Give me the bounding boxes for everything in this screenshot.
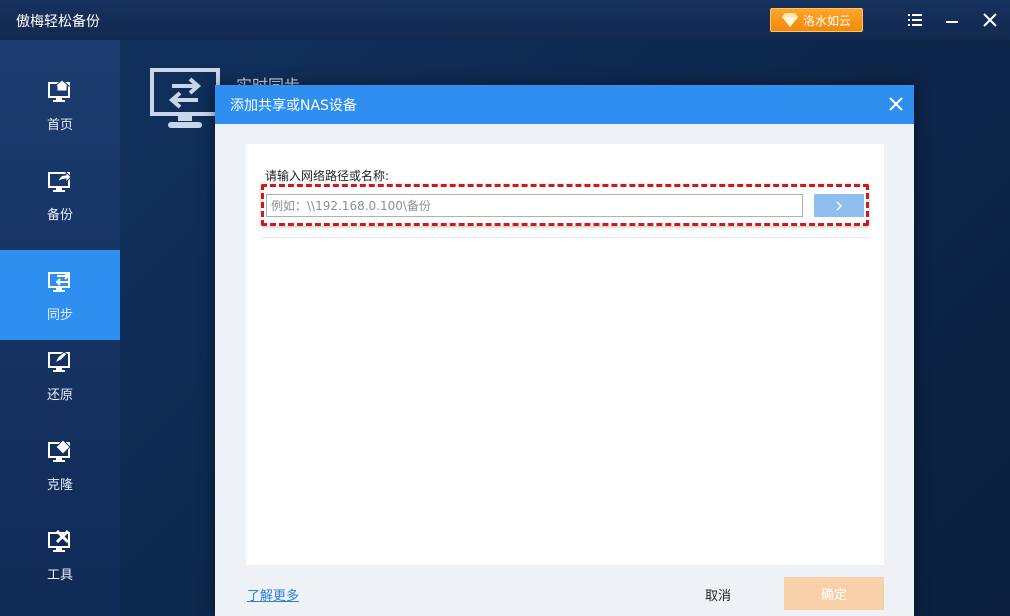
dialog-title: 添加共享或NAS设备	[230, 98, 357, 114]
divider	[261, 237, 869, 238]
sidebar-item-sync[interactable]: 同步	[0, 250, 120, 340]
sidebar-item-backup[interactable]: 备份	[0, 150, 120, 240]
minimize-icon[interactable]	[942, 10, 962, 30]
chevron-right-icon	[836, 200, 843, 211]
ok-button[interactable]: 确定	[784, 577, 884, 610]
close-icon[interactable]	[888, 96, 904, 112]
home-monitor-icon	[48, 78, 71, 102]
menu-icon[interactable]	[905, 10, 925, 30]
dialog-body: 请输入网络路径或名称:	[246, 144, 884, 565]
sidebar-item-label: 首页	[46, 117, 73, 133]
close-icon[interactable]	[980, 10, 1000, 30]
sidebar-item-restore[interactable]: 还原	[0, 330, 120, 420]
sidebar-item-label: 备份	[46, 207, 73, 223]
sidebar-item-label: 还原	[46, 387, 73, 403]
dialog-header: 添加共享或NAS设备	[215, 85, 914, 124]
cancel-button[interactable]: 取消	[705, 585, 731, 604]
upgrade-button[interactable]: 洛水如云	[770, 8, 863, 32]
upgrade-label: 洛水如云	[802, 13, 851, 28]
diamond-icon	[781, 13, 798, 27]
restore-monitor-icon	[48, 350, 70, 372]
add-nas-dialog: 添加共享或NAS设备 请输入网络路径或名称: 了解更多 取消 确定	[215, 85, 914, 616]
sidebar-item-label: 克隆	[46, 477, 73, 493]
path-field-label: 请输入网络路径或名称:	[265, 169, 390, 183]
sidebar-item-tools[interactable]: 工具	[0, 510, 120, 600]
sidebar-item-label: 同步	[46, 307, 73, 323]
app-title: 傲梅轻松备份	[16, 14, 100, 30]
title-bar: 傲梅轻松备份 洛水如云	[0, 0, 1010, 40]
clone-monitor-icon	[48, 438, 71, 462]
go-button[interactable]	[814, 194, 864, 217]
sidebar-item-label: 工具	[46, 567, 73, 583]
sync-monitor-icon	[150, 68, 220, 128]
network-path-input[interactable]	[266, 194, 803, 217]
sidebar-item-clone[interactable]: 克隆	[0, 420, 120, 510]
tools-monitor-icon	[48, 529, 70, 552]
backup-monitor-icon	[48, 170, 72, 192]
sidebar: 首页 备份 同步 还原 克隆 工具	[0, 40, 120, 616]
learn-more-link[interactable]: 了解更多	[247, 585, 299, 604]
sidebar-item-home[interactable]: 首页	[0, 60, 120, 150]
sync-monitor-icon	[48, 271, 70, 292]
